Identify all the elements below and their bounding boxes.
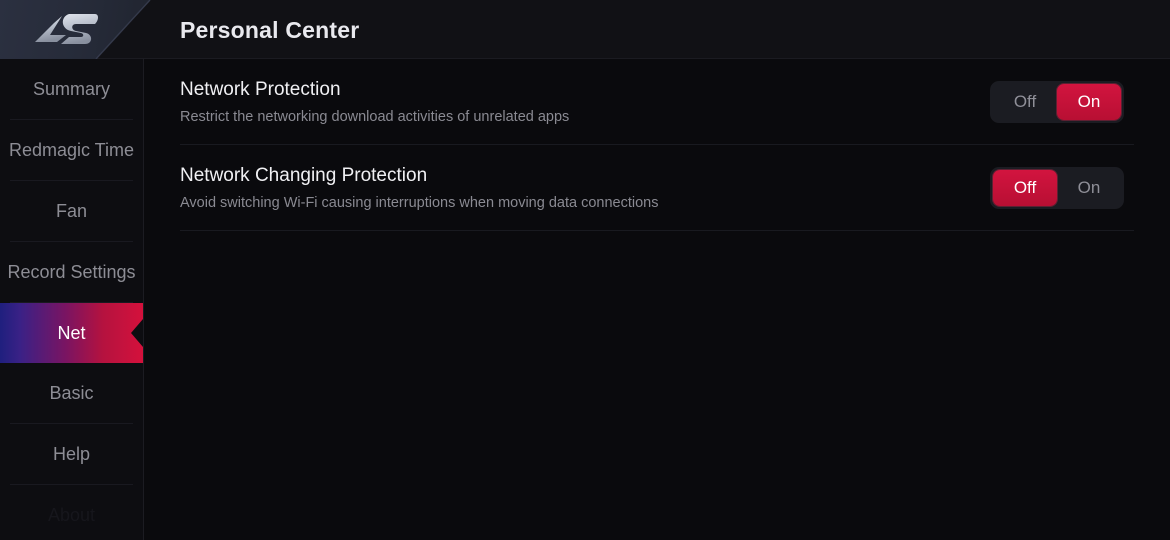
network-changing-protection-toggle[interactable]: Off On — [990, 167, 1124, 209]
network-protection-toggle[interactable]: Off On — [990, 81, 1124, 123]
personal-center-window: Personal Center Summary Redmagic Time Fa… — [0, 0, 1170, 540]
setting-row-network-protection: Network Protection Restrict the networki… — [180, 59, 1134, 145]
sidebar-item-label: Fan — [55, 201, 88, 221]
setting-title: Network Changing Protection — [180, 165, 428, 186]
sidebar-item-label: Summary — [32, 79, 110, 99]
sidebar-item-label: Basic — [49, 383, 94, 403]
main-content: Network Protection Restrict the networki… — [144, 59, 1170, 540]
header-divider — [0, 58, 1170, 59]
setting-description: Avoid switching Wi-Fi causing interrupti… — [180, 195, 659, 211]
sidebar-item-summary[interactable]: Summary — [0, 59, 143, 119]
sidebar-item-record-settings[interactable]: Record Settings — [0, 242, 143, 302]
setting-description: Restrict the networking download activit… — [180, 109, 570, 125]
sidebar-divider — [143, 59, 144, 540]
sidebar-item-fan[interactable]: Fan — [0, 181, 143, 241]
sidebar-item-redmagic-time[interactable]: Redmagic Time — [0, 120, 143, 180]
sidebar-item-label: Net — [57, 323, 86, 343]
app-header — [0, 0, 1170, 59]
page-title: Personal Center — [180, 17, 360, 43]
toggle-option-off[interactable]: Off — [993, 84, 1057, 120]
sidebar-item-basic[interactable]: Basic — [0, 363, 143, 423]
sidebar-item-label: About — [47, 505, 96, 525]
setting-row-network-changing-protection: Network Changing Protection Avoid switch… — [180, 145, 1134, 231]
toggle-option-on[interactable]: On — [1057, 170, 1121, 206]
sidebar-item-label: Redmagic Time — [8, 140, 135, 160]
sidebar-item-label: Record Settings — [7, 262, 136, 282]
row-divider — [180, 230, 1134, 231]
toggle-option-on[interactable]: On — [1057, 84, 1121, 120]
sidebar-item-about[interactable]: About — [0, 485, 143, 540]
sidebar-item-help[interactable]: Help — [0, 424, 143, 484]
toggle-option-off[interactable]: Off — [993, 170, 1057, 206]
setting-title: Network Protection — [180, 79, 341, 100]
redmagic-logo-icon — [35, 14, 98, 44]
sidebar-item-net[interactable]: Net — [0, 303, 143, 363]
sidebar-item-label: Help — [52, 444, 91, 464]
sidebar-separator — [10, 302, 133, 303]
sidebar-nav: Summary Redmagic Time Fan Record Setting… — [0, 59, 143, 540]
